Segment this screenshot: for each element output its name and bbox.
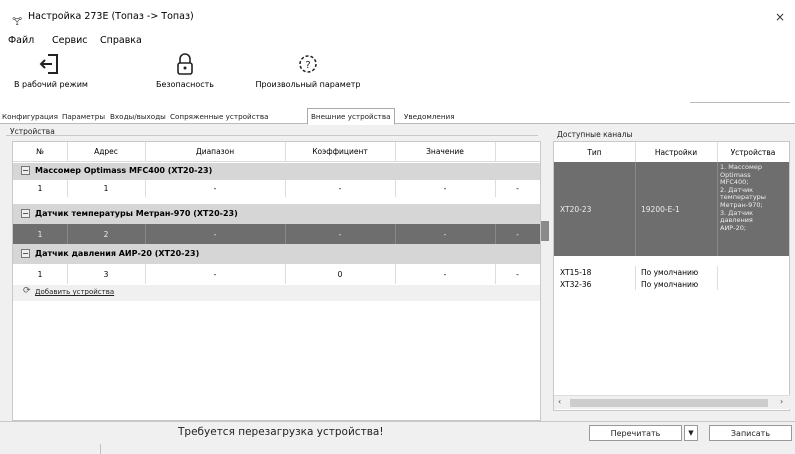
menu-bar: Файл Сервис Справка bbox=[0, 30, 795, 50]
tab-paired[interactable]: Сопряженные устройства bbox=[170, 110, 268, 124]
cell-num: 1 bbox=[37, 269, 43, 279]
devices-header: № Адрес Диапазон Коэффициент Значение bbox=[13, 142, 540, 162]
add-devices-link[interactable]: Добавить устройства bbox=[35, 288, 114, 296]
cell-extra: - bbox=[516, 229, 519, 239]
tab-params[interactable]: Параметры bbox=[62, 110, 105, 124]
toolbar: В рабочий режим Безопасность ? Произволь… bbox=[0, 50, 795, 108]
exit-door-icon bbox=[39, 54, 58, 74]
reread-button[interactable]: Перечитать bbox=[589, 425, 682, 441]
status-bar: Требуется перезагрузка устройства! Переч… bbox=[0, 421, 795, 454]
menu-service[interactable]: Сервис bbox=[52, 35, 88, 46]
close-icon[interactable]: × bbox=[770, 10, 790, 24]
cell-range[interactable]: - bbox=[145, 264, 285, 284]
gear-question-icon: ? bbox=[299, 55, 317, 73]
cell-extra: - bbox=[516, 269, 519, 279]
home-mode-button[interactable]: В рабочий режим bbox=[14, 52, 88, 89]
collapse-icon[interactable]: − bbox=[21, 209, 30, 218]
cell-value: - bbox=[443, 184, 447, 193]
col-num[interactable]: № bbox=[13, 142, 67, 161]
channel-row-selected[interactable]: XT20-23 19200-E-1 1. Массомер Optimass M… bbox=[554, 162, 789, 256]
cell-range[interactable]: - bbox=[145, 224, 285, 244]
cell-extra: - bbox=[516, 184, 519, 193]
group-title: Датчик температуры Метран-970 (XT20-23) bbox=[35, 209, 238, 218]
security-button[interactable]: Безопасность bbox=[150, 52, 220, 89]
cell-settings[interactable]: По умолчанию bbox=[635, 278, 717, 290]
cell-coef[interactable]: - bbox=[285, 180, 395, 197]
group-title: Массомер Optimass MFC400 (XT20-23) bbox=[35, 166, 213, 175]
col-coef[interactable]: Коэффициент bbox=[285, 142, 395, 161]
reread-dropdown-button[interactable]: ▼ bbox=[684, 425, 698, 441]
menu-help[interactable]: Справка bbox=[100, 35, 142, 46]
channel-row[interactable]: XT32-36 По умолчанию bbox=[554, 278, 789, 290]
collapse-icon[interactable]: − bbox=[21, 166, 30, 175]
cell-settings[interactable]: По умолчанию bbox=[635, 266, 717, 278]
group-row[interactable]: − Датчик температуры Метран-970 (XT20-23) bbox=[13, 204, 540, 224]
scroll-right-icon[interactable]: › bbox=[780, 397, 783, 406]
write-button[interactable]: Записать bbox=[709, 425, 792, 441]
table-row[interactable]: 1 1 - - - - bbox=[13, 180, 540, 197]
security-label: Безопасность bbox=[156, 80, 214, 89]
tab-external[interactable]: Внешние устройства bbox=[307, 108, 395, 125]
cell-type: XT32-36 bbox=[560, 279, 592, 289]
col-address[interactable]: Адрес bbox=[67, 142, 145, 161]
menu-file[interactable]: Файл bbox=[8, 35, 34, 46]
table-row[interactable]: 1 3 - 0 - - bbox=[13, 264, 540, 284]
horizontal-scrollbar[interactable]: ‹ › bbox=[554, 395, 790, 409]
col-type[interactable]: Тип bbox=[554, 142, 635, 162]
channels-header: Тип Настройки Устройства bbox=[554, 142, 789, 162]
status-divider bbox=[100, 444, 101, 454]
cell-num: 1 bbox=[37, 229, 43, 239]
group-title: Датчик давления АИР-20 (XT20-23) bbox=[35, 249, 200, 258]
lock-icon bbox=[177, 53, 193, 75]
cell-num: 1 bbox=[37, 184, 43, 193]
devices-section-line bbox=[6, 135, 538, 136]
window-title: Настройка 273E (Топаз -> Топаз) bbox=[28, 11, 194, 22]
home-mode-label: В рабочий режим bbox=[14, 80, 88, 89]
table-row-selected[interactable]: 1 2 - - - - bbox=[13, 224, 540, 244]
custom-param-button[interactable]: ? Произвольный параметр bbox=[252, 52, 364, 89]
cell-address[interactable]: 1 bbox=[67, 180, 145, 197]
group-row[interactable]: − Датчик давления АИР-20 (XT20-23) bbox=[13, 244, 540, 264]
add-devices-row: ⟳ Добавить устройства bbox=[13, 285, 540, 301]
tab-notifications[interactable]: Уведомления bbox=[404, 110, 455, 124]
cell-range[interactable]: - bbox=[145, 180, 285, 197]
title-bar: 🝖 Настройка 273E (Топаз -> Топаз) × bbox=[0, 0, 795, 30]
channels-section-label: Доступные каналы bbox=[557, 130, 633, 139]
divider bbox=[690, 102, 790, 103]
channels-table: Тип Настройки Устройства XT20-23 19200-E… bbox=[553, 141, 790, 411]
app-icon: 🝖 bbox=[12, 15, 23, 28]
row-scroll-marker bbox=[541, 221, 549, 241]
tab-bar: Конфигурация Параметры Входы/выходы Сопр… bbox=[0, 108, 795, 125]
caret-down-icon: ▼ bbox=[688, 429, 694, 437]
cell-devices: 1. Массомер Optimass MFC400; 2. Датчик т… bbox=[720, 163, 766, 232]
cell-type: XT15-18 bbox=[560, 267, 592, 277]
tab-io[interactable]: Входы/выходы bbox=[110, 110, 166, 124]
cell-value: - bbox=[443, 229, 447, 239]
cell-coef[interactable]: - bbox=[285, 224, 395, 244]
cell-value: - bbox=[443, 269, 447, 279]
scroll-thumb[interactable] bbox=[570, 399, 768, 407]
col-value[interactable]: Значение bbox=[395, 142, 495, 161]
custom-param-label: Произвольный параметр bbox=[255, 80, 361, 89]
scroll-left-icon[interactable]: ‹ bbox=[558, 397, 561, 406]
cell-coef[interactable]: 0 bbox=[285, 264, 395, 284]
devices-table: № Адрес Диапазон Коэффициент Значение − М… bbox=[12, 141, 541, 421]
collapse-icon[interactable]: − bbox=[21, 249, 30, 258]
channel-row[interactable]: XT15-18 По умолчанию bbox=[554, 266, 789, 278]
col-settings[interactable]: Настройки bbox=[635, 142, 717, 162]
status-message: Требуется перезагрузка устройства! bbox=[178, 426, 384, 438]
add-device-icon[interactable]: ⟳ bbox=[23, 286, 31, 296]
tab-config[interactable]: Конфигурация bbox=[2, 110, 58, 124]
group-row[interactable]: − Массомер Optimass MFC400 (XT20-23) bbox=[13, 163, 540, 180]
svg-text:?: ? bbox=[305, 60, 310, 71]
col-devices[interactable]: Устройства bbox=[717, 142, 789, 162]
cell-address[interactable]: 2 bbox=[67, 224, 145, 244]
cell-type: XT20-23 bbox=[560, 204, 592, 214]
cell-settings[interactable]: 19200-E-1 bbox=[635, 162, 717, 256]
col-range[interactable]: Диапазон bbox=[145, 142, 285, 161]
cell-address[interactable]: 3 bbox=[67, 264, 145, 284]
